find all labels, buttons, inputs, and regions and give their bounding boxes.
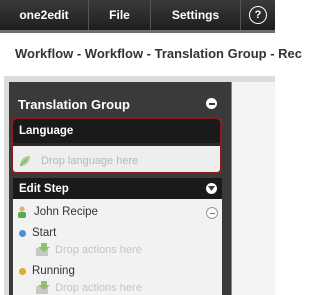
menu-settings[interactable]: Settings [151, 0, 241, 30]
top-menu-bar: one2edit File Settings ? [0, 0, 275, 30]
chevron-down-icon [208, 186, 215, 191]
status-dot-icon [19, 229, 26, 237]
collapse-panel-button[interactable] [206, 98, 217, 109]
actions-icon [36, 243, 50, 256]
status-dot-icon [19, 267, 26, 275]
actions-drop-placeholder: Drop actions here [55, 282, 142, 294]
assigned-user-name: John Recipe [34, 206, 98, 218]
actions-drop-zone[interactable]: Drop actions here [35, 243, 142, 257]
menu-file[interactable]: File [89, 0, 151, 30]
remove-user-button[interactable] [206, 207, 218, 219]
leaf-icon [19, 155, 30, 166]
minus-icon [209, 212, 215, 214]
actions-icon [36, 281, 50, 294]
menu-help[interactable]: ? [241, 0, 275, 30]
step-row-running[interactable]: Running [13, 263, 222, 279]
actions-drop-zone[interactable]: Drop actions here [35, 281, 142, 295]
language-drop-placeholder: Drop language here [41, 154, 139, 167]
breadcrumb: Workflow - Workflow - Translation Group … [15, 46, 302, 61]
help-icon: ? [249, 6, 267, 24]
step-label: Start [32, 227, 57, 239]
edit-step-body: John Recipe Start Drop actions here Runn… [13, 199, 222, 295]
expand-edit-step-button[interactable] [206, 183, 217, 194]
edit-step-header: Edit Step [13, 178, 222, 199]
step-row-start[interactable]: Start [13, 225, 222, 241]
user-icon [18, 206, 26, 218]
panel-title: Translation Group [18, 97, 130, 112]
step-label: Running [32, 265, 75, 277]
language-section: Language Drop language here [11, 117, 222, 174]
assigned-user-row[interactable]: John Recipe [13, 204, 222, 220]
workflow-canvas [231, 82, 275, 295]
language-header: Language [13, 119, 220, 146]
language-drop-zone[interactable]: Drop language here [13, 146, 220, 172]
minus-icon [208, 102, 215, 105]
menu-one2edit[interactable]: one2edit [0, 0, 89, 30]
actions-drop-placeholder: Drop actions here [55, 244, 142, 256]
